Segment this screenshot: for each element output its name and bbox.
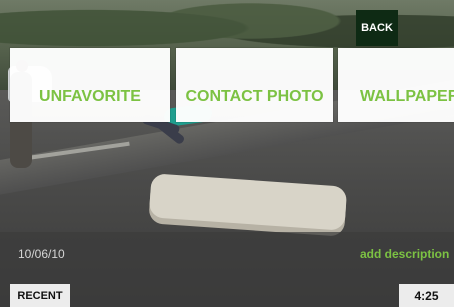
add-description-link[interactable]: add description (360, 247, 449, 261)
contact-photo-button[interactable]: CONTACT PHOTO (176, 48, 333, 122)
photo-date: 10/06/10 (18, 247, 65, 261)
contact-photo-label: CONTACT PHOTO (185, 88, 324, 105)
wallpaper-label: WALLPAPER (360, 88, 454, 105)
unfavorite-label: UNFAVORITE (39, 88, 141, 105)
recent-button[interactable]: RECENT (10, 284, 70, 307)
unfavorite-button[interactable]: UNFAVORITE (10, 48, 170, 122)
wallpaper-button[interactable]: WALLPAPER (338, 48, 454, 122)
photo-viewer-screen: BACK UNFAVORITE CONTACT PHOTO WALLPAPER … (0, 0, 454, 307)
back-button[interactable]: BACK (356, 10, 398, 46)
clock-time: 4:25 (399, 284, 454, 307)
